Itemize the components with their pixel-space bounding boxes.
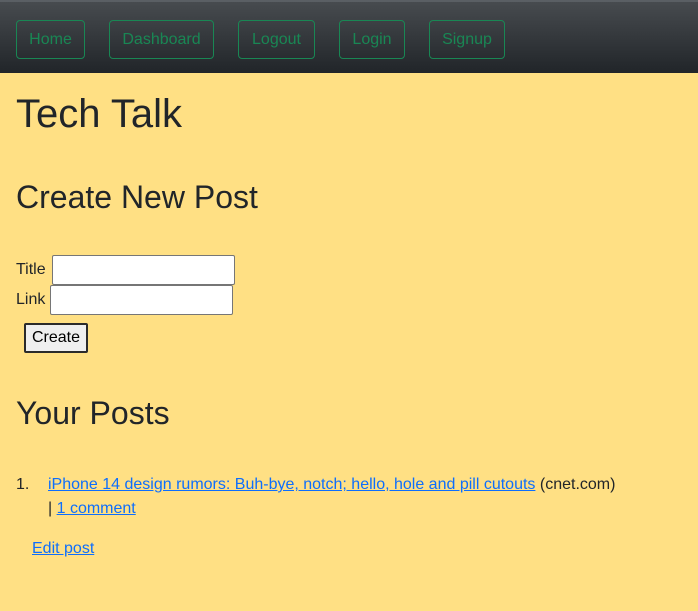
post-title-link[interactable]: iPhone 14 design rumors: Buh-bye, notch;… bbox=[48, 476, 535, 493]
top-navbar: Home Dashboard Logout Login Signup bbox=[0, 0, 698, 73]
post-item: iPhone 14 design rumors: Buh-bye, notch;… bbox=[48, 474, 615, 496]
create-post-heading: Create New Post bbox=[16, 179, 258, 215]
nav-dashboard-button[interactable]: Dashboard bbox=[109, 20, 214, 59]
nav-login-button[interactable]: Login bbox=[339, 20, 405, 59]
link-input[interactable] bbox=[50, 285, 233, 315]
your-posts-heading: Your Posts bbox=[16, 395, 170, 431]
title-label: Title bbox=[16, 261, 46, 278]
nav-signup-button[interactable]: Signup bbox=[429, 20, 505, 59]
post-domain: (cnet.com) bbox=[539, 476, 616, 493]
edit-post-link[interactable]: Edit post bbox=[32, 538, 94, 560]
create-button[interactable]: Create bbox=[24, 323, 88, 353]
post-comments-link[interactable]: 1 comment bbox=[57, 500, 136, 517]
post-meta: | 1 comment bbox=[48, 498, 136, 520]
link-label: Link bbox=[16, 291, 46, 308]
nav-logout-button[interactable]: Logout bbox=[238, 20, 315, 59]
nav-home-button[interactable]: Home bbox=[16, 20, 85, 59]
meta-separator: | bbox=[48, 500, 53, 517]
site-title: Tech Talk bbox=[16, 92, 183, 136]
post-number: 1. bbox=[16, 476, 30, 493]
title-input[interactable] bbox=[52, 255, 235, 285]
